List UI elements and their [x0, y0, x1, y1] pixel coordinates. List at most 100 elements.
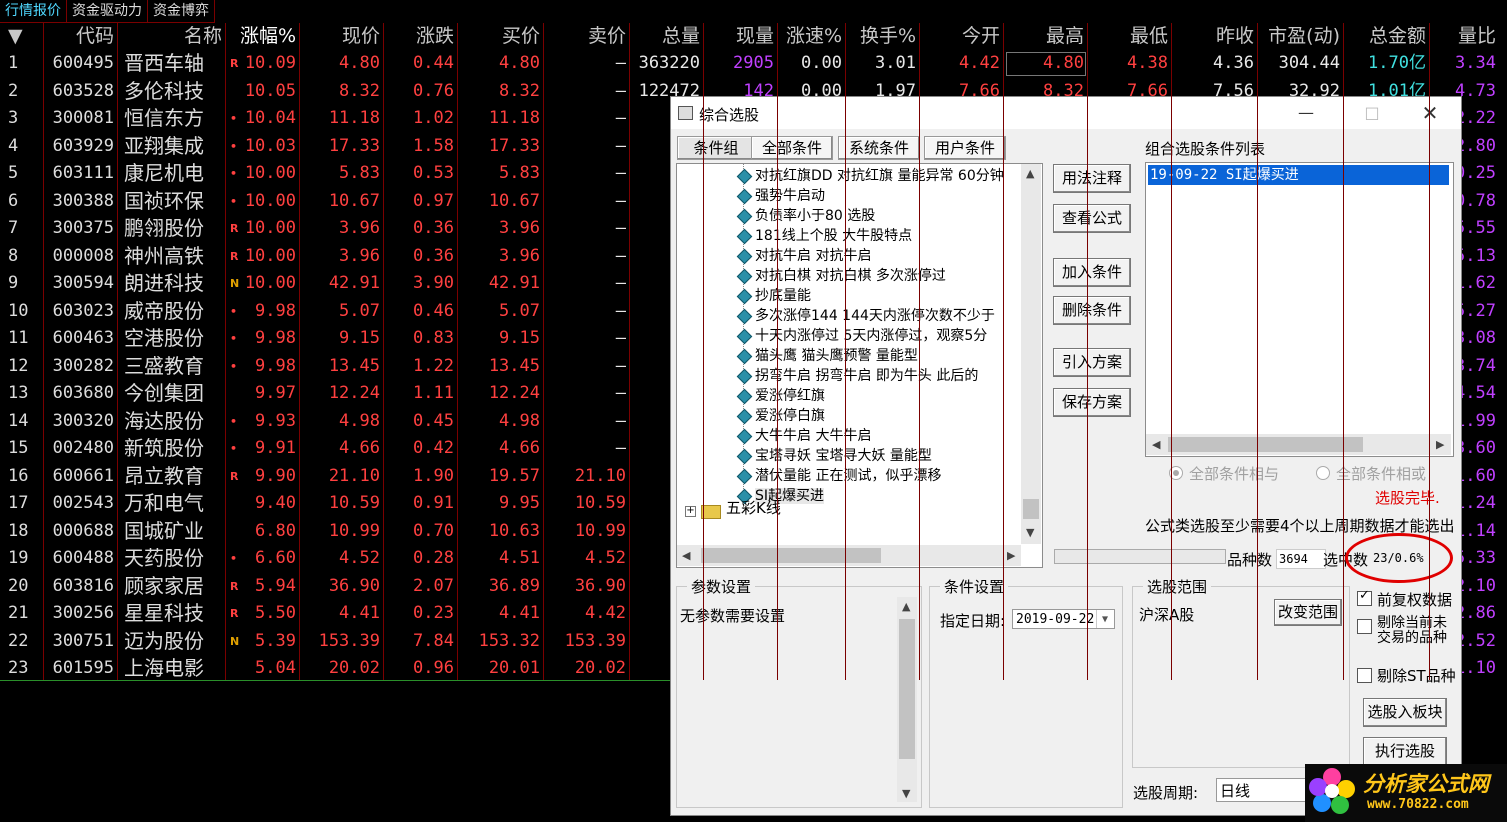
column-header[interactable]: 总量: [630, 23, 704, 50]
maximize-icon[interactable]: □: [1357, 101, 1387, 125]
date-label: 指定日期:: [940, 612, 1006, 630]
table-row[interactable]: 1 600495 晋西车轴 10.09 R 4.80 0.44 4.80—363220 2905…: [0, 50, 1507, 78]
add-condition-button[interactable]: 加入条件: [1053, 258, 1131, 287]
cell-pct: 9.97: [255, 383, 296, 403]
column-header[interactable]: 现量: [704, 23, 778, 50]
exclude-untraded-checkbox[interactable]: [1357, 619, 1372, 634]
cell-price: 4.66: [339, 438, 380, 458]
period-value: 日线: [1220, 782, 1251, 800]
cell-price: 4.80: [339, 53, 380, 73]
param-scrollbar[interactable]: ▲ ▼: [897, 597, 917, 802]
condition-list[interactable]: 19-09-22 SI起爆买进 ◀ ▶: [1145, 162, 1454, 457]
sort-chevron-icon[interactable]: ▼: [0, 23, 44, 50]
tree-item-label: 181线上个股 大牛股特点: [755, 228, 913, 244]
stock-flag-badge: R: [230, 249, 239, 263]
cell-bid: 8.32: [499, 80, 540, 101]
column-separator: [629, 23, 630, 680]
restore-checkbox[interactable]: ✓: [1357, 588, 1372, 606]
tab-system-conditions[interactable]: 系统条件: [838, 136, 920, 160]
expand-icon[interactable]: +: [685, 506, 696, 517]
cell-pct: 9.98: [255, 300, 296, 321]
tab-user-conditions[interactable]: 用户条件: [924, 136, 1006, 160]
column-header[interactable]: 昨收: [1172, 23, 1258, 50]
tree-hscrollbar[interactable]: ◀ ▶: [677, 545, 1021, 566]
tree-item[interactable]: 负债率小于80 选股: [736, 206, 875, 226]
tree-folder-label[interactable]: 五彩K线: [726, 498, 781, 518]
tree-item[interactable]: 对抗牛启 对抗牛启: [736, 246, 871, 266]
column-header[interactable]: 总金额: [1344, 23, 1430, 50]
column-header[interactable]: 今开: [920, 23, 1004, 50]
condition-list-item[interactable]: 19-09-22 SI起爆买进: [1148, 165, 1449, 185]
column-header[interactable]: 卖价: [544, 23, 630, 50]
param-group: 参数设置 无参数需要设置 ▲ ▼: [676, 576, 922, 808]
tree-item[interactable]: 十天内涨停过 5天内涨停过，观察5分: [736, 326, 987, 346]
scroll-down-icon[interactable]: ▼: [1026, 526, 1034, 539]
tab-condition-group[interactable]: 条件组: [677, 136, 755, 160]
delete-condition-button[interactable]: 删除条件: [1053, 296, 1131, 325]
column-header[interactable]: 涨速%: [778, 23, 846, 50]
scroll-right-icon[interactable]: ▶: [1007, 549, 1015, 562]
usage-notes-button[interactable]: 用法注释: [1053, 164, 1131, 193]
view-formula-button[interactable]: 查看公式: [1053, 204, 1131, 233]
tree-item[interactable]: 对抗红旗DD 对抗红旗 量能异常 60分钟: [736, 166, 1004, 186]
all-and-label: 全部条件相与: [1189, 465, 1280, 483]
tree-item[interactable]: 大牛牛启 大牛牛启: [736, 426, 871, 446]
formula-icon: [736, 328, 753, 345]
column-header[interactable]: 涨跌: [384, 23, 458, 50]
minimize-icon[interactable]: —: [1291, 101, 1321, 125]
column-header[interactable]: 买价: [458, 23, 544, 50]
tree-item[interactable]: 强势牛启动: [736, 186, 825, 206]
run-screening-button[interactable]: 执行选股: [1363, 737, 1447, 766]
tree-item[interactable]: 爱涨停白旗: [736, 406, 825, 426]
scroll-up-icon[interactable]: ▲: [902, 600, 910, 613]
scroll-left-icon[interactable]: ◀: [682, 549, 690, 562]
change-range-button[interactable]: 改变范围: [1274, 599, 1342, 626]
tree-item[interactable]: 猫头鹰 猫头鹰预警 量能型: [736, 346, 918, 366]
cell-chg: 3.90: [413, 273, 454, 293]
period-select[interactable]: 日线: [1216, 778, 1306, 802]
list-hscroll-thumb[interactable]: [1168, 437, 1363, 452]
condition-tree[interactable]: 对抗红旗DD 对抗红旗 量能异常 60分钟 强势牛启动 负债率小于80 选股 181线…: [676, 163, 1043, 568]
cell-no: 14: [8, 410, 29, 431]
tree-vscroll-thumb[interactable]: [1023, 499, 1039, 519]
column-header[interactable]: 市盈(动): [1258, 23, 1344, 50]
tree-item[interactable]: 爱涨停红旗: [736, 386, 825, 406]
scroll-right-icon[interactable]: ▶: [1436, 438, 1444, 451]
top-tab[interactable]: 资金博弈: [148, 0, 215, 23]
save-plan-button[interactable]: 保存方案: [1053, 388, 1131, 417]
close-icon[interactable]: ✕: [1415, 101, 1445, 125]
param-scroll-thumb[interactable]: [899, 619, 915, 759]
all-or-radio[interactable]: [1316, 466, 1330, 480]
column-header[interactable]: 现价: [300, 23, 384, 50]
column-header[interactable]: 量比: [1430, 23, 1500, 50]
import-plan-button[interactable]: 引入方案: [1053, 348, 1131, 377]
scroll-up-icon[interactable]: ▲: [1026, 167, 1034, 180]
column-header[interactable]: 名称: [118, 23, 226, 50]
exclude-st-checkbox[interactable]: [1357, 668, 1372, 683]
column-header[interactable]: 换手%: [846, 23, 920, 50]
column-header[interactable]: 涨幅%: [226, 23, 300, 50]
add-to-block-button[interactable]: 选股入板块: [1363, 698, 1447, 727]
list-hscrollbar[interactable]: ◀ ▶: [1146, 434, 1451, 455]
cell-bid: 5.07: [499, 300, 540, 321]
tree-item[interactable]: 多次涨停144 144天内涨停次数不少于: [736, 306, 995, 326]
scroll-left-icon[interactable]: ◀: [1152, 438, 1160, 451]
column-header[interactable]: 代码: [44, 23, 118, 50]
top-tab[interactable]: 行情报价: [0, 0, 67, 23]
column-header[interactable]: 最高: [1004, 23, 1088, 50]
scroll-down-icon[interactable]: ▼: [902, 787, 910, 800]
tree-item[interactable]: 宝塔寻妖 宝塔寻大妖 量能型: [736, 446, 932, 466]
tree-hscroll-thumb[interactable]: [701, 548, 881, 563]
tab-all-conditions[interactable]: 全部条件: [751, 136, 833, 160]
tree-item[interactable]: 潜伏量能 正在测试，似乎漂移: [736, 466, 941, 486]
tree-item[interactable]: 抄底量能: [736, 286, 811, 306]
chevron-down-icon[interactable]: ▼: [1096, 610, 1113, 628]
cell-turn: 3.01: [875, 53, 916, 73]
tree-item[interactable]: 181线上个股 大牛股特点: [736, 226, 913, 246]
tree-item[interactable]: 拐弯牛启 拐弯牛启 即为牛头 此后的: [736, 366, 978, 386]
tree-item[interactable]: 对抗白棋 对抗白棋 多次涨停过: [736, 266, 946, 286]
column-header[interactable]: 最低: [1088, 23, 1172, 50]
tree-vscrollbar[interactable]: ▲ ▼: [1021, 164, 1041, 544]
date-picker[interactable]: 2019-09-22 ▼: [1012, 609, 1115, 629]
top-tab[interactable]: 资金驱动力: [67, 0, 148, 23]
